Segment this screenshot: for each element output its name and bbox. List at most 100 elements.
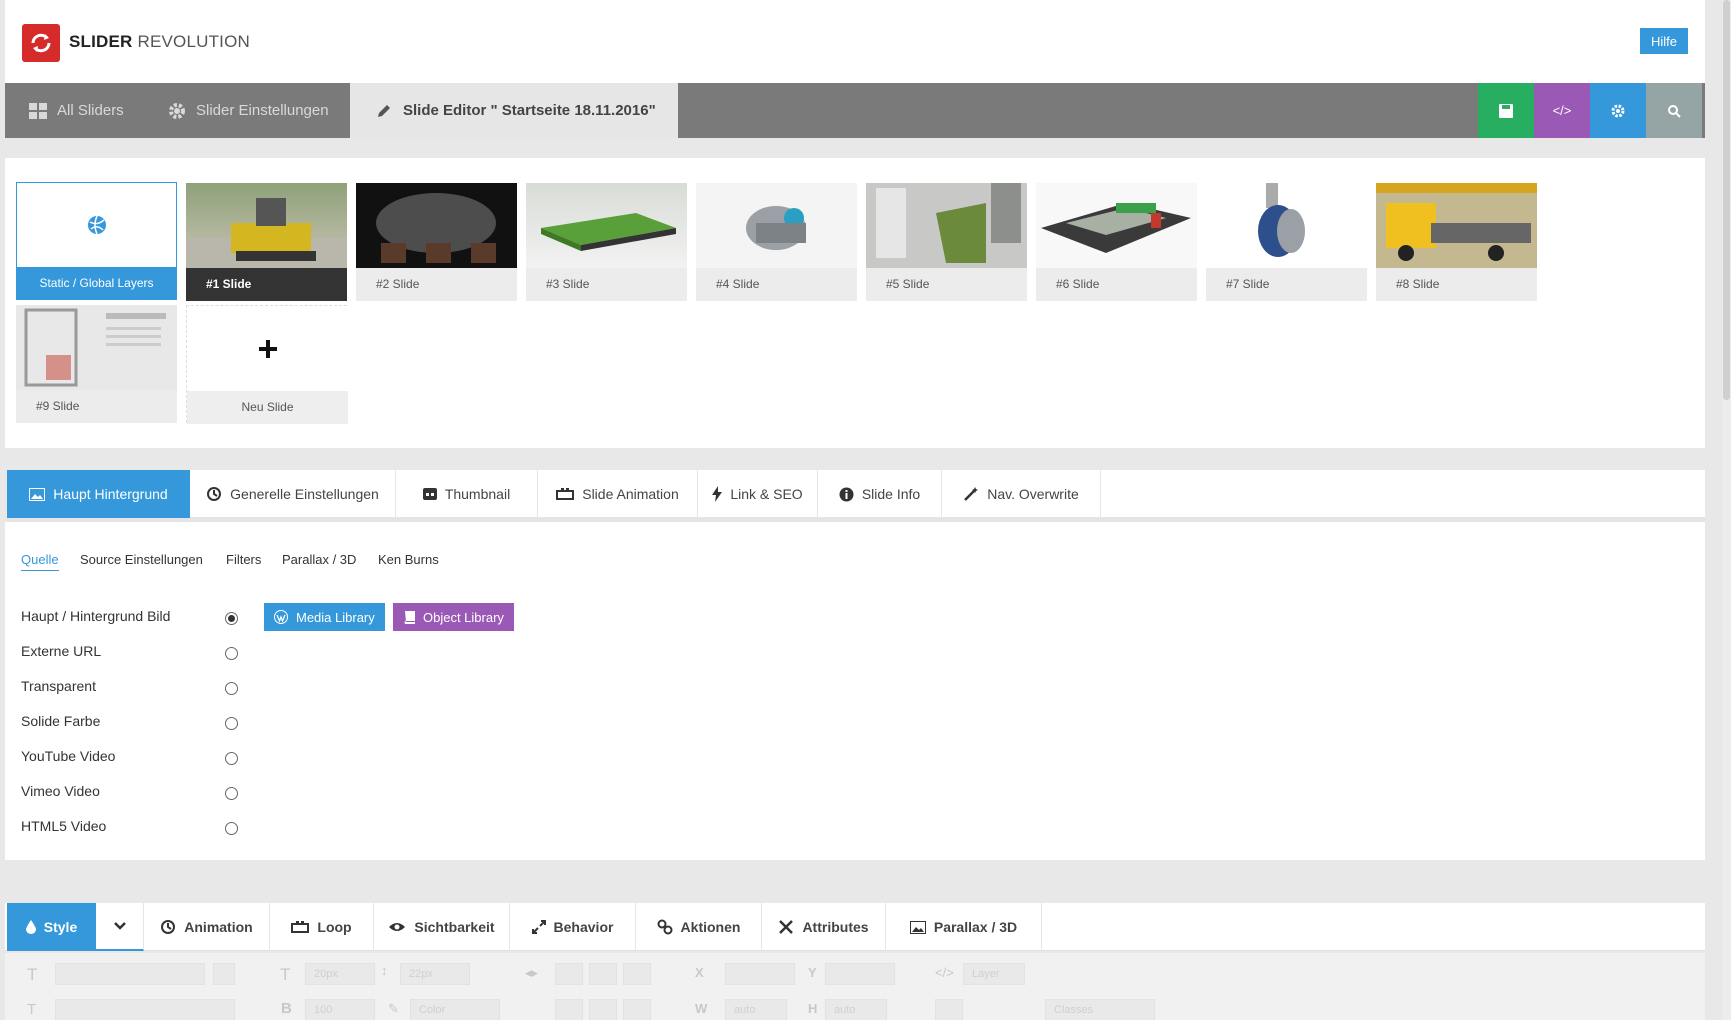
slide-item-8[interactable]: #8 Slide (1376, 183, 1537, 301)
pencil-icon (375, 102, 393, 120)
layer-style-toolbar: T T 20px ↕ 22px ◂▸ X Y </> Layer T B 100… (5, 953, 1705, 1020)
slide-label: #7 Slide (1206, 268, 1367, 301)
history-icon (161, 920, 176, 934)
help-button[interactable]: Hilfe (1640, 28, 1688, 54)
tab-actions[interactable]: Aktionen (636, 903, 762, 951)
valign-top-button[interactable] (555, 999, 583, 1020)
bold-icon: B (281, 1000, 292, 1017)
nav-all-sliders[interactable]: All Sliders (29, 83, 124, 138)
globe-icon (87, 215, 106, 235)
slide-thumbnail (1206, 183, 1367, 268)
font-size-input[interactable]: 20px (305, 963, 375, 985)
valign-bottom-button[interactable] (623, 999, 651, 1020)
link-icon (657, 919, 673, 935)
tab-parallax[interactable]: Parallax / 3D (886, 903, 1042, 951)
radio-html5[interactable] (225, 822, 238, 835)
line-height-input[interactable]: 22px (400, 963, 470, 985)
source-label-youtube: YouTube Video (21, 748, 116, 764)
slide-item-6[interactable]: #6 Slide (1036, 183, 1197, 301)
main-nav: All Sliders Slider Einstellungen Slide E… (5, 83, 1705, 138)
tab-behavior[interactable]: Behavior (510, 903, 636, 951)
save-icon (1499, 103, 1513, 118)
slide-label: #9 Slide (16, 390, 177, 423)
animation-icon (556, 488, 575, 500)
radio-main-bg[interactable] (225, 612, 238, 625)
subtab-ken-burns[interactable]: Ken Burns (378, 552, 439, 567)
new-slide-button[interactable]: Neu Slide (186, 305, 348, 424)
tab-label: Aktionen (680, 919, 741, 935)
classes-input[interactable]: Classes (1045, 999, 1155, 1020)
slide-static-label: Static / Global Layers (17, 267, 176, 300)
align-left-button[interactable] (555, 963, 583, 985)
layer-id-input[interactable]: Layer (963, 963, 1025, 985)
subtab-filters[interactable]: Filters (226, 552, 261, 567)
slide-item-3[interactable]: #3 Slide (526, 183, 687, 301)
new-slide-label: Neu Slide (187, 391, 348, 424)
tab-link-seo[interactable]: Link & SEO (698, 470, 818, 518)
subtab-source-einstellungen[interactable]: Source Einstellungen (80, 552, 203, 567)
tab-attributes[interactable]: Attributes (762, 903, 886, 951)
slide-thumbnail (866, 183, 1027, 268)
slide-item-2[interactable]: #2 Slide (356, 183, 517, 301)
tab-generelle-einstellungen[interactable]: Generelle Einstellungen (190, 470, 396, 518)
radio-youtube[interactable] (225, 752, 238, 765)
slide-thumbnail (526, 183, 687, 268)
color-picker-icon: ✎ (388, 1001, 399, 1016)
x-position-input[interactable] (725, 963, 795, 985)
radio-solid-color[interactable] (225, 717, 238, 730)
y-label: Y (808, 965, 817, 980)
save-button[interactable] (1478, 83, 1534, 138)
font-family-select[interactable] (55, 963, 205, 985)
settings-button[interactable] (1590, 83, 1646, 138)
save-style-button[interactable] (213, 963, 235, 985)
y-position-input[interactable] (825, 963, 895, 985)
radio-external-url[interactable] (225, 647, 238, 660)
text-transform-select[interactable] (55, 999, 235, 1020)
tab-haupt-hintergrund[interactable]: Haupt Hintergrund (7, 470, 190, 518)
slide-static-layers[interactable]: Static / Global Layers (16, 182, 177, 300)
text-style-button[interactable] (935, 999, 963, 1020)
width-input[interactable]: auto (725, 999, 787, 1020)
tab-label: Parallax / 3D (933, 919, 1018, 935)
font-weight-select[interactable]: 100 (305, 999, 375, 1020)
section-tabs: Haupt Hintergrund Generelle Einstellunge… (7, 470, 1705, 518)
valign-middle-button[interactable] (589, 999, 617, 1020)
media-library-label: Media Library (296, 609, 375, 625)
slide-item-4[interactable]: #4 Slide (696, 183, 857, 301)
grid-icon (29, 102, 47, 120)
tab-animation[interactable]: Animation (144, 903, 270, 951)
tab-nav-overwrite[interactable]: Nav. Overwrite (942, 470, 1101, 518)
subtab-quelle[interactable]: Quelle (21, 552, 59, 571)
style-dropdown-button[interactable] (96, 903, 144, 951)
align-center-button[interactable] (589, 963, 617, 985)
tab-loop[interactable]: Loop (270, 903, 374, 951)
slide-item-1[interactable]: #1 Slide (186, 183, 347, 301)
align-right-button[interactable] (623, 963, 651, 985)
page-scrollbar[interactable] (1722, 0, 1731, 1020)
media-library-button[interactable]: Media Library (264, 603, 385, 631)
object-library-button[interactable]: Object Library (393, 603, 514, 631)
height-input[interactable]: auto (825, 999, 887, 1020)
text-transform-icon: T (27, 1001, 37, 1018)
tab-visibility[interactable]: Sichtbarkeit (374, 903, 510, 951)
scrollbar-thumb[interactable] (1723, 0, 1730, 400)
slide-item-9[interactable]: #9 Slide (16, 305, 177, 423)
radio-transparent[interactable] (225, 682, 238, 695)
tab-slide-animation[interactable]: Slide Animation (538, 470, 698, 518)
book-icon (404, 610, 415, 624)
code-button[interactable]: </> (1534, 83, 1590, 138)
slide-item-5[interactable]: #5 Slide (866, 183, 1027, 301)
nav-slide-editor[interactable]: Slide Editor " Startseite 18.11.2016" (350, 83, 678, 138)
subtab-parallax[interactable]: Parallax / 3D (282, 552, 356, 567)
header: SLIDER REVOLUTION Hilfe (5, 0, 1705, 83)
tab-slide-info[interactable]: Slide Info (818, 470, 942, 518)
slide-thumbnail (1036, 183, 1197, 268)
color-input[interactable]: Color (410, 999, 500, 1020)
nav-slider-settings[interactable]: Slider Einstellungen (168, 83, 329, 138)
tab-style[interactable]: Style (7, 903, 96, 951)
tab-thumbnail[interactable]: Thumbnail (396, 470, 538, 518)
search-button[interactable] (1646, 83, 1702, 138)
slide-item-7[interactable]: #7 Slide (1206, 183, 1367, 301)
radio-vimeo[interactable] (225, 787, 238, 800)
app-title: SLIDER REVOLUTION (69, 32, 251, 51)
